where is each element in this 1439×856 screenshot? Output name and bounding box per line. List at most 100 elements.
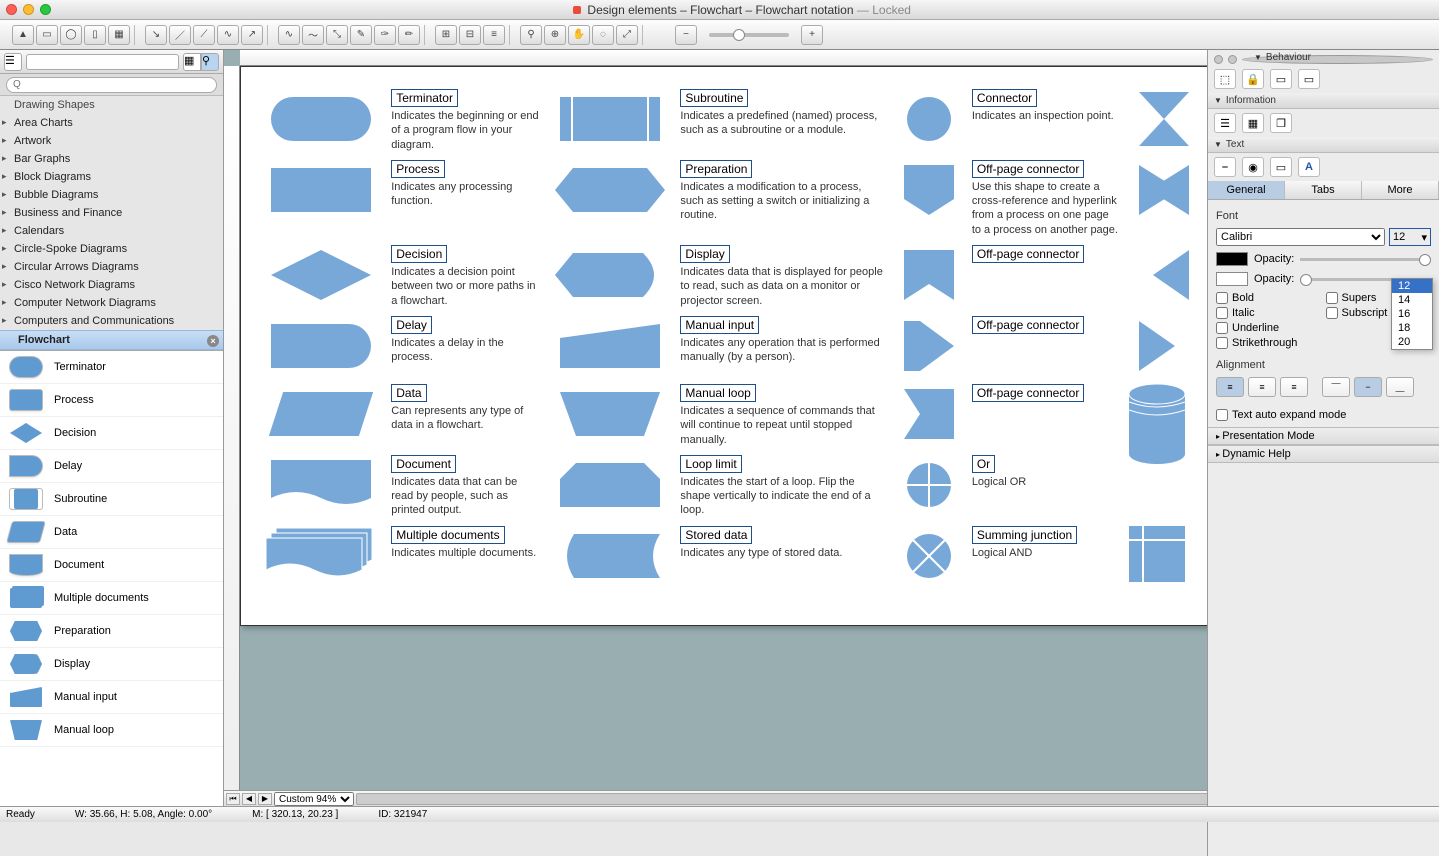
italic-checkbox[interactable]: Italic (1216, 307, 1322, 319)
page-prev-icon[interactable]: ◀ (242, 793, 256, 805)
shape-Manual loop[interactable] (548, 384, 672, 444)
text-box-icon[interactable]: ▭ (1270, 157, 1292, 177)
shape-Terminator[interactable] (259, 89, 383, 149)
polyline-tool-icon[interactable]: ⤡ (326, 25, 348, 45)
group-tool-icon[interactable]: ⊞ (435, 25, 457, 45)
tab-more[interactable]: More (1362, 181, 1439, 199)
stencil-item[interactable]: Data (0, 516, 223, 549)
page-first-icon[interactable]: ⏮ (226, 793, 240, 805)
ungroup-tool-icon[interactable]: ⊟ (459, 25, 481, 45)
dynamic-help-section[interactable]: Dynamic Help (1208, 445, 1439, 463)
stencil-item[interactable]: Manual loop (0, 714, 223, 747)
pen-tool-icon[interactable]: ✑ (374, 25, 396, 45)
stencil-item[interactable]: Display (0, 648, 223, 681)
inspector-close-icon[interactable] (1214, 55, 1223, 64)
shape-Data[interactable] (259, 384, 383, 444)
library-category[interactable]: Area Charts (0, 114, 223, 132)
shape-extra[interactable] (1129, 89, 1199, 149)
behaviour-header[interactable]: Behaviour (1248, 50, 1439, 65)
stencil-item[interactable]: Delay (0, 450, 223, 483)
valign-top-icon[interactable]: ⎺ (1322, 377, 1350, 397)
font-size-option[interactable]: 18 (1392, 321, 1432, 335)
library-search-input[interactable] (6, 77, 217, 93)
ellipse-tool-icon[interactable]: ◯ (60, 25, 82, 45)
library-category[interactable]: Block Diagrams (0, 168, 223, 186)
rect-tool-icon[interactable]: ▭ (36, 25, 58, 45)
shape-Delay[interactable] (259, 316, 383, 376)
pointer-tool-icon[interactable]: ▲ (12, 25, 34, 45)
shape-Stored data[interactable] (548, 526, 672, 586)
shape-Loop limit[interactable] (548, 455, 672, 515)
zoom-window-icon[interactable] (40, 4, 51, 15)
library-grid-view-icon[interactable]: ▦ (183, 53, 201, 71)
align-tool-icon[interactable]: ≡ (483, 25, 505, 45)
info-copy-icon[interactable]: ❐ (1270, 113, 1292, 133)
shape-Subroutine[interactable] (548, 89, 672, 149)
font-size-combo[interactable]: 12▾ (1389, 228, 1431, 246)
close-library-icon[interactable]: × (207, 335, 219, 347)
auto-expand-checkbox[interactable]: Text auto expand mode (1216, 409, 1431, 421)
library-category[interactable]: Business and Finance (0, 204, 223, 222)
zoom-slider[interactable] (709, 33, 789, 37)
arrow-tool-icon[interactable]: ↗ (241, 25, 263, 45)
library-category[interactable]: Artwork (0, 132, 223, 150)
text-underline-icon[interactable]: ⎯ (1214, 157, 1236, 177)
info-data-icon[interactable]: ▦ (1242, 113, 1264, 133)
align-center-icon[interactable]: ≡ (1248, 377, 1276, 397)
library-category[interactable]: Calendars (0, 222, 223, 240)
bezier-tool-icon[interactable]: 〜 (302, 25, 324, 45)
shape-Display[interactable] (548, 245, 672, 305)
library-category[interactable]: Circle-Spoke Diagrams (0, 240, 223, 258)
text-opacity-slider[interactable] (1300, 258, 1431, 261)
curve-tool-icon[interactable]: ∿ (278, 25, 300, 45)
library-category[interactable]: Bubble Diagrams (0, 186, 223, 204)
lasso-tool-icon[interactable]: ◌ (592, 25, 614, 45)
stencil-item[interactable]: Manual input (0, 681, 223, 714)
shape-Document[interactable] (259, 455, 383, 515)
arc-tool-icon[interactable]: ⟋ (193, 25, 215, 45)
library-category[interactable]: Bar Graphs (0, 150, 223, 168)
shape-Database[interactable] (1129, 384, 1199, 464)
font-size-option[interactable]: 14 (1392, 293, 1432, 307)
shape-Preparation[interactable] (548, 160, 672, 220)
text-color-swatch[interactable] (1216, 252, 1248, 266)
align-left-icon[interactable]: ≡ (1216, 377, 1244, 397)
align-right-icon[interactable]: ≡ (1280, 377, 1308, 397)
behaviour-layer-icon[interactable]: ▭ (1298, 69, 1320, 89)
stencil-item[interactable]: Process (0, 384, 223, 417)
stencil-item[interactable]: Document (0, 549, 223, 582)
text-header[interactable]: Text (1208, 137, 1439, 153)
page-next-icon[interactable]: ▶ (258, 793, 272, 805)
zoom-in-button-icon[interactable]: + (801, 25, 823, 45)
text-shadow-icon[interactable]: ◉ (1242, 157, 1264, 177)
stencil-item[interactable]: Decision (0, 417, 223, 450)
shape-Manual input[interactable] (548, 316, 672, 376)
shape-extra[interactable] (1129, 160, 1199, 220)
stencil-item[interactable]: Subroutine (0, 483, 223, 516)
font-size-option[interactable]: 20 (1392, 335, 1432, 349)
info-note-icon[interactable]: ☰ (1214, 113, 1236, 133)
library-category-selected[interactable]: Flowchart × (0, 330, 223, 350)
zoom-in-icon[interactable]: ⊕ (544, 25, 566, 45)
shape-Connector[interactable] (893, 89, 963, 149)
font-size-option[interactable]: 12 (1392, 279, 1432, 293)
shape-extra[interactable] (1129, 245, 1199, 305)
stencil-item[interactable]: Multiple documents (0, 582, 223, 615)
strikethrough-checkbox[interactable]: Strikethrough (1216, 337, 1322, 349)
shape-Off-page connector[interactable] (893, 245, 963, 305)
shape-Internal-storage[interactable] (1129, 526, 1199, 582)
shape-extra[interactable] (1129, 316, 1199, 376)
spline-tool-icon[interactable]: ∿ (217, 25, 239, 45)
pencil-tool-icon[interactable]: ✏ (398, 25, 420, 45)
shape-Summing junction[interactable] (893, 526, 963, 586)
minimize-window-icon[interactable] (23, 4, 34, 15)
font-family-select[interactable]: Calibri (1216, 228, 1385, 246)
presentation-mode-section[interactable]: Presentation Mode (1208, 427, 1439, 445)
library-category[interactable]: Cisco Network Diagrams (0, 276, 223, 294)
line-tool-icon[interactable]: ／ (169, 25, 191, 45)
text-tool-icon[interactable]: ▯ (84, 25, 106, 45)
table-tool-icon[interactable]: ▦ (108, 25, 130, 45)
pan-tool-icon[interactable]: ✋ (568, 25, 590, 45)
library-category[interactable]: Computers and Communications (0, 312, 223, 330)
bold-checkbox[interactable]: Bold (1216, 292, 1322, 304)
